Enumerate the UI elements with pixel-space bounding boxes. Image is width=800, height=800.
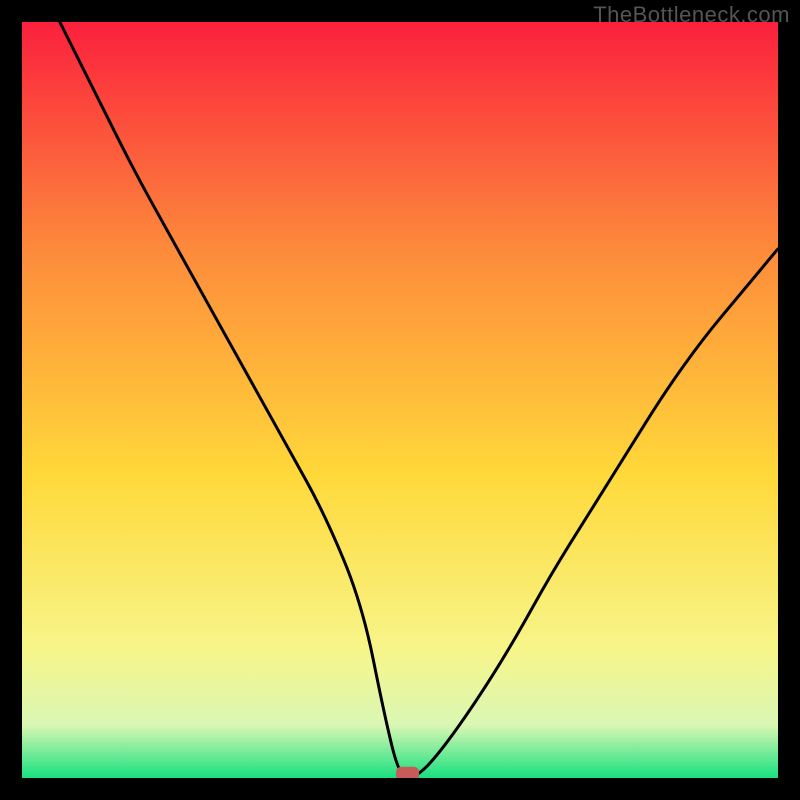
optimal-marker xyxy=(397,767,419,778)
gradient-background xyxy=(22,22,778,778)
plot-area xyxy=(22,22,778,778)
chart-svg xyxy=(22,22,778,778)
watermark-text: TheBottleneck.com xyxy=(593,2,790,28)
chart-frame: TheBottleneck.com xyxy=(0,0,800,800)
